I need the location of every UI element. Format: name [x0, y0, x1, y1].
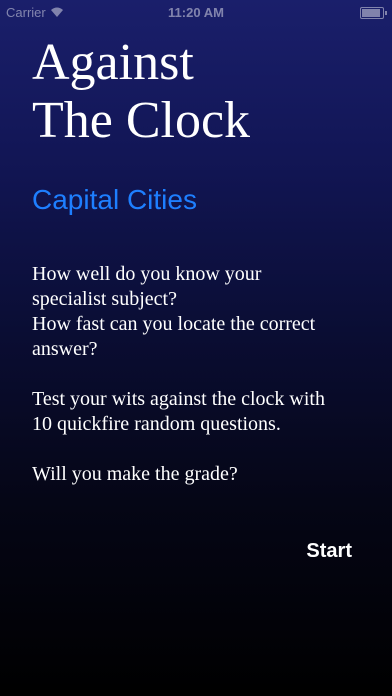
- quiz-category: Capital Cities: [32, 184, 197, 215]
- battery-icon: [360, 7, 387, 19]
- intro-line: answer?: [32, 338, 98, 360]
- app-screen: Carrier 11:20 AM Against The Clock Capit…: [0, 0, 392, 696]
- intro-line: Test your wits against the clock with: [32, 388, 325, 410]
- status-bar: Carrier 11:20 AM: [0, 0, 392, 26]
- intro-line: How well do you know your: [32, 263, 262, 285]
- title-line-1: Against: [32, 34, 194, 91]
- battery-level: [362, 9, 380, 17]
- status-time: 11:20 AM: [168, 5, 224, 20]
- page-title: Against The Clock: [32, 34, 250, 150]
- intro-line: Will you make the grade?: [32, 463, 238, 485]
- intro-line: specialist subject?: [32, 288, 177, 310]
- intro-line: How fast can you locate the correct: [32, 313, 316, 335]
- title-line-2: The Clock: [32, 92, 251, 149]
- start-button[interactable]: Start: [306, 540, 352, 563]
- intro-line: 10 quickfire random questions.: [32, 413, 281, 435]
- intro-text: How well do you know your specialist sub…: [32, 262, 377, 487]
